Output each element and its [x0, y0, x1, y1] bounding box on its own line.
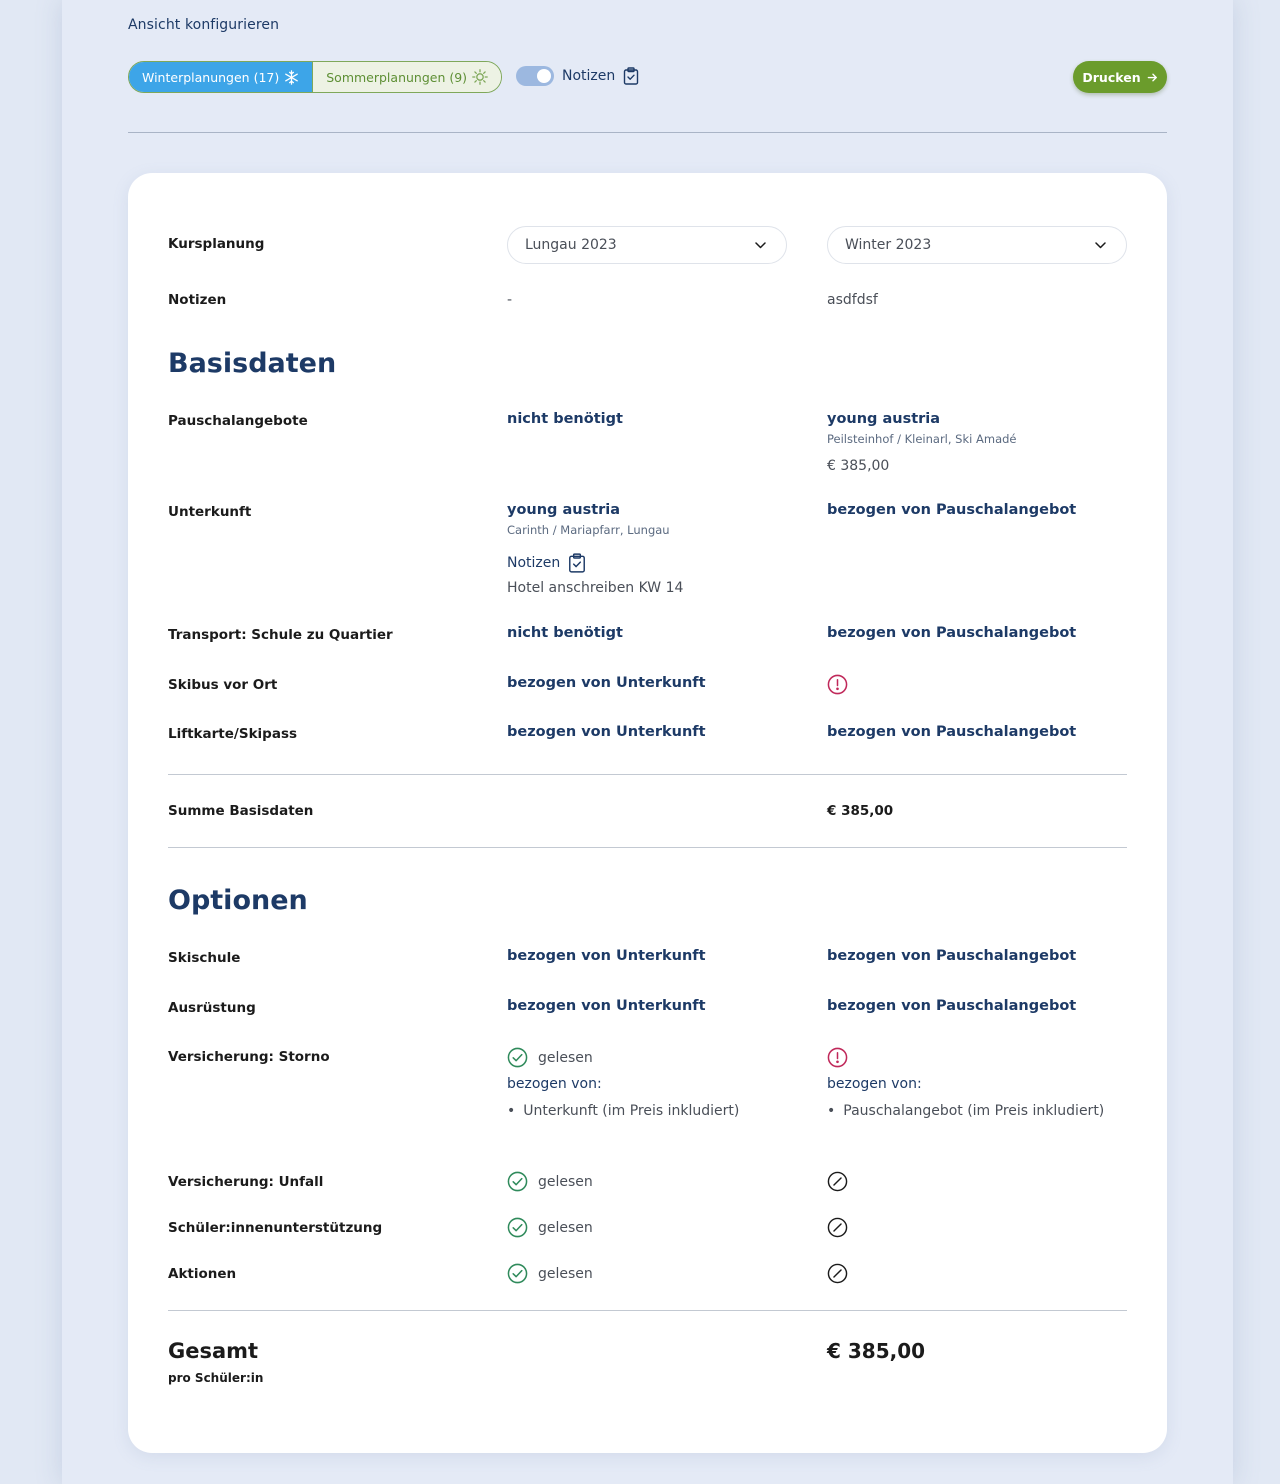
support-label: Schüler:innenunterstützung [168, 1220, 383, 1236]
notizen-label: Notizen [168, 292, 227, 308]
transport-col2: bezogen von Pauschalangebot [827, 625, 1077, 641]
unterkunft-notes-label: Notizen [507, 555, 561, 571]
transport-label: Transport: Schule zu Quartier [168, 627, 393, 643]
bullet-icon: • [507, 1103, 516, 1119]
aktionen-col1-read: gelesen [507, 1263, 593, 1284]
unfall-col1-read-label: gelesen [538, 1173, 593, 1190]
check-circle-icon [507, 1047, 528, 1068]
storno-col1-item-text: Unterkunft (im Preis inkludiert) [523, 1103, 740, 1119]
sun-icon [472, 69, 488, 85]
pauschal-col2-name[interactable]: young austria [827, 411, 940, 427]
toggle-knob [537, 69, 551, 83]
notes-toggle[interactable] [516, 66, 554, 86]
arrow-right-icon [1147, 73, 1157, 81]
print-button-label: Drucken [1082, 69, 1141, 85]
basisdaten-title: Basisdaten [168, 348, 337, 379]
lift-label: Liftkarte/Skipass [168, 726, 298, 742]
col1-notes: - [507, 292, 513, 308]
course-select-1[interactable]: Lungau 2023 [507, 226, 787, 264]
unfall-col1-read: gelesen [507, 1171, 593, 1192]
skischule-col2: bezogen von Pauschalangebot [827, 948, 1077, 964]
check-circle-icon [507, 1263, 528, 1284]
divider [168, 774, 1127, 775]
optionen-title: Optionen [168, 885, 308, 916]
divider [168, 847, 1127, 848]
pauschal-col1: nicht benötigt [507, 411, 623, 427]
unterkunft-col1-location: Carinth / Mariapfarr, Lungau [507, 523, 670, 537]
warning-circle-icon [827, 1047, 848, 1068]
pauschal-col2-location: Peilsteinhof / Kleinarl, Ski Amadé [827, 432, 1017, 446]
skischule-col1: bezogen von Unterkunft [507, 948, 706, 964]
storno-col1-bezogen-label: bezogen von: [507, 1076, 602, 1092]
kursplanung-label: Kursplanung [168, 236, 265, 252]
print-button[interactable]: Drucken [1073, 61, 1167, 93]
storno-col2-item: • Pauschalangebot (im Preis inkludiert) [827, 1103, 1104, 1119]
summer-tab[interactable]: Sommerplanungen (9) [312, 62, 502, 92]
not-available-icon [827, 1217, 848, 1238]
unfall-label: Versicherung: Unfall [168, 1174, 324, 1190]
notes-toggle-label: Notizen [562, 68, 616, 84]
winter-tab-label: Winterplanungen (17) [142, 69, 280, 85]
not-available-icon [827, 1171, 848, 1192]
ausruestung-col2: bezogen von Pauschalangebot [827, 998, 1077, 1014]
course-select-1-value: Lungau 2023 [525, 237, 617, 253]
sum-basisdaten-col2: € 385,00 [827, 803, 894, 819]
not-available-icon [827, 1263, 848, 1284]
aktionen-col1-read-label: gelesen [538, 1265, 593, 1282]
total-label: Gesamt [168, 1339, 259, 1363]
chevron-down-icon [1095, 241, 1106, 248]
sum-basisdaten-label: Summe Basisdaten [168, 803, 314, 819]
winter-tab[interactable]: Winterplanungen (17) [129, 62, 313, 92]
snowflake-icon [285, 69, 299, 85]
unterkunft-col1-name[interactable]: young austria [507, 502, 620, 518]
bullet-icon: • [827, 1103, 836, 1119]
course-select-2-value: Winter 2023 [845, 237, 932, 253]
pauschal-col2-price: € 385,00 [827, 458, 890, 474]
unterkunft-label: Unterkunft [168, 504, 252, 520]
skischule-label: Skischule [168, 950, 241, 966]
total-value: € 385,00 [827, 1339, 926, 1363]
clipboard-check-icon [624, 67, 639, 85]
support-col1-read: gelesen [507, 1217, 593, 1238]
summer-tab-label: Sommerplanungen (9) [326, 69, 468, 85]
comparison-card: Kursplanung Lungau 2023 Winter 2023 Noti… [128, 173, 1167, 1453]
pauschal-label: Pauschalangebote [168, 413, 308, 429]
support-col1-read-label: gelesen [538, 1219, 593, 1236]
storno-col2-bezogen-label: bezogen von: [827, 1076, 922, 1092]
unterkunft-col2: bezogen von Pauschalangebot [827, 502, 1077, 518]
storno-col1-read-label: gelesen [538, 1049, 593, 1066]
check-circle-icon [507, 1171, 528, 1192]
notes-toggle-group: Notizen [516, 66, 639, 86]
skibus-label: Skibus vor Ort [168, 677, 278, 693]
lift-col1: bezogen von Unterkunft [507, 724, 706, 740]
unterkunft-col1-notes-text: Hotel anschreiben KW 14 [507, 580, 684, 596]
storno-col2-item-text: Pauschalangebot (im Preis inkludiert) [843, 1103, 1105, 1119]
lift-col2: bezogen von Pauschalangebot [827, 724, 1077, 740]
header-divider [128, 132, 1167, 133]
ausruestung-col1: bezogen von Unterkunft [507, 998, 706, 1014]
storno-label: Versicherung: Storno [168, 1049, 330, 1065]
col2-notes: asdfdsf [827, 292, 878, 308]
unterkunft-col1-notes-header: Notizen [507, 553, 586, 573]
warning-circle-icon [827, 674, 848, 695]
chevron-down-icon [755, 241, 766, 248]
total-sub: pro Schüler:in [168, 1371, 264, 1385]
course-select-2[interactable]: Winter 2023 [827, 226, 1127, 264]
aktionen-label: Aktionen [168, 1266, 237, 1282]
season-segmented-control: Winterplanungen (17) Sommerplanungen (9) [128, 61, 503, 93]
check-circle-icon [507, 1217, 528, 1238]
ausruestung-label: Ausrüstung [168, 1000, 256, 1016]
config-title: Ansicht konfigurieren [128, 17, 280, 33]
clipboard-check-icon [569, 553, 586, 573]
transport-col1: nicht benötigt [507, 625, 623, 641]
storno-col1-item: • Unterkunft (im Preis inkludiert) [507, 1103, 739, 1119]
skibus-col1: bezogen von Unterkunft [507, 675, 706, 691]
storno-col1-read: gelesen [507, 1047, 593, 1068]
divider [168, 1310, 1127, 1311]
